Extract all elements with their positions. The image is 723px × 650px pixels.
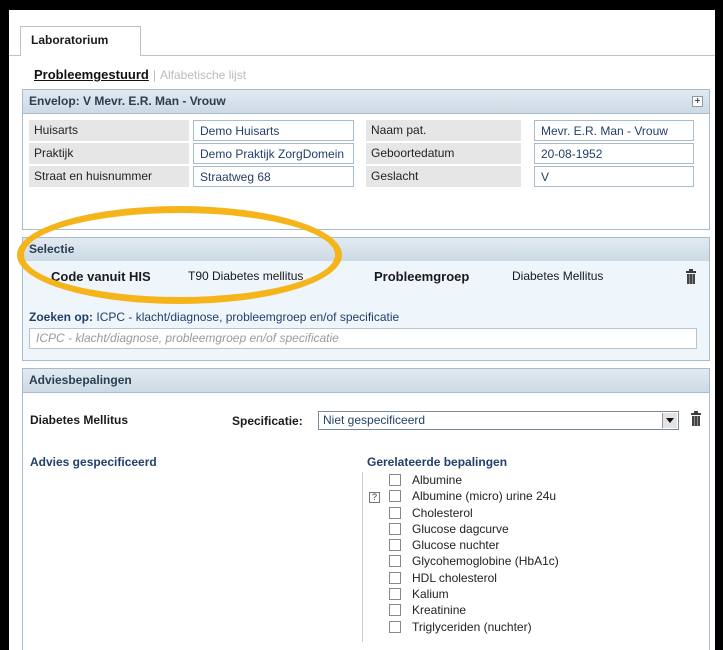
code-his-label: Code vanuit HIS	[51, 269, 151, 284]
specificatie-label: Specificatie:	[232, 414, 303, 428]
label-geboortedatum: Geboortedatum	[366, 143, 521, 164]
bepaling-label: Glucose nuchter	[412, 538, 500, 553]
checkbox[interactable]	[389, 555, 401, 568]
app-frame: Laboratorium Probleemgestuurd | Alfabetisc…	[9, 10, 715, 650]
specificatie-value: Niet gespecificeerd	[323, 413, 426, 427]
subnav-separator: |	[152, 68, 156, 82]
label-naam-pat: Naam pat.	[366, 120, 521, 141]
value-geslacht: V	[534, 166, 694, 187]
envelop-title: Envelop: V Mevr. E.R. Man - Vrouw	[29, 94, 226, 108]
value-straat: Straatweg 68	[193, 166, 354, 187]
expand-plus-icon[interactable]: +	[692, 96, 703, 107]
advies-gespecificeerd-heading: Advies gespecificeerd	[30, 455, 157, 469]
bepaling-label: Triglyceriden (nuchter)	[412, 619, 532, 634]
label-straat: Straat en huisnummer	[29, 166, 189, 187]
selectie-panel: Selectie Code vanuit HIS T90 Diabetes me…	[22, 237, 710, 361]
checkbox[interactable]	[389, 506, 401, 519]
search-input[interactable]: ICPC - klacht/diagnose, probleemgroep en…	[29, 328, 697, 349]
bepaling-label: HDL cholesterol	[412, 570, 497, 585]
zoeken-op: Zoeken op: ICPC - klacht/diagnose, probl…	[29, 310, 399, 324]
subnav-probleemgestuurd[interactable]: Probleemgestuurd	[34, 67, 149, 82]
delete-selectie-trash-icon[interactable]	[686, 269, 696, 284]
value-naam-pat: Mevr. E.R. Man - Vrouw	[534, 120, 694, 141]
gerelateerde-bepalingen-heading: Gerelateerde bepalingen	[367, 455, 508, 469]
help-icon[interactable]: ?	[369, 492, 380, 503]
tab-laboratorium[interactable]: Laboratorium	[20, 26, 141, 56]
bepaling-label: Albumine (micro) urine 24u	[412, 489, 557, 504]
probleemgroep-label: Probleemgroep	[374, 269, 470, 284]
checkbox[interactable]	[389, 604, 401, 617]
adviesbepalingen-panel: Adviesbepalingen Diabetes Mellitus Speci…	[22, 368, 710, 650]
checkbox[interactable]	[389, 474, 401, 486]
bepaling-label: Glucose dagcurve	[412, 521, 509, 536]
checkbox[interactable]	[389, 588, 401, 601]
bepaling-label: Albumine	[412, 473, 463, 487]
subnav: Probleemgestuurd | Alfabetische lijst	[34, 67, 246, 82]
bepaling-label: Kreatinine	[412, 603, 467, 618]
zoeken-text: ICPC - klacht/diagnose, probleemgroep en…	[96, 310, 400, 324]
subnav-alfabetische-lijst[interactable]: Alfabetische lijst	[160, 68, 246, 82]
checkbox[interactable]	[389, 571, 401, 584]
checkbox[interactable]	[389, 620, 401, 633]
value-geboortedatum: 20-08-1952	[534, 143, 694, 164]
checkbox[interactable]	[389, 522, 401, 535]
selectie-title: Selectie	[29, 242, 75, 256]
bepaling-label: Glycohemoglobine (HbA1c)	[412, 554, 559, 569]
bepaling-label: Cholesterol	[412, 505, 473, 520]
code-his-value: T90 Diabetes mellitus	[188, 269, 304, 283]
zoeken-prefix: Zoeken op:	[29, 310, 94, 324]
checkbox[interactable]	[389, 539, 401, 552]
envelop-header[interactable]: Envelop: V Mevr. E.R. Man - Vrouw +	[23, 90, 709, 114]
advies-header: Adviesbepalingen	[23, 369, 709, 393]
value-praktijk: Demo Praktijk ZorgDomein	[193, 143, 354, 164]
chevron-down-icon[interactable]	[662, 413, 677, 428]
label-huisarts: Huisarts	[29, 120, 189, 141]
value-huisarts: Demo Huisarts	[193, 120, 354, 141]
probleemgroep-value: Diabetes Mellitus	[512, 269, 604, 283]
label-praktijk: Praktijk	[29, 143, 189, 164]
label-geslacht: Geslacht	[366, 166, 521, 187]
advies-title: Adviesbepalingen	[29, 373, 132, 387]
delete-advies-trash-icon[interactable]	[691, 411, 701, 426]
specificatie-select[interactable]: Niet gespecificeerd	[318, 411, 679, 430]
column-divider	[362, 472, 363, 642]
advies-group-label: Diabetes Mellitus	[30, 413, 129, 427]
bepaling-label: Kalium	[412, 587, 449, 602]
envelop-panel: Envelop: V Mevr. E.R. Man - Vrouw + Huis…	[22, 89, 710, 230]
selectie-header: Selectie	[23, 238, 709, 262]
checkbox[interactable]	[389, 490, 401, 503]
